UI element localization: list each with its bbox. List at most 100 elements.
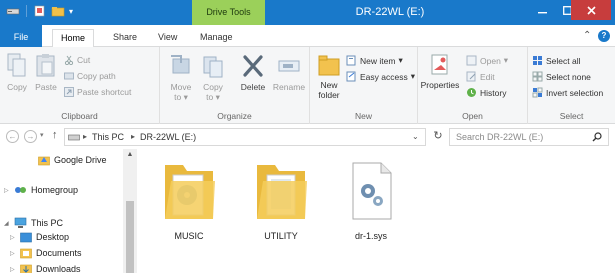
new-folder-button[interactable]: New folder (314, 53, 344, 100)
new-group-label: New (354, 111, 372, 121)
close-icon (586, 5, 596, 15)
new-group: New folder New item ▾ Easy access ▾ New (310, 47, 418, 124)
expand-arrow-icon[interactable]: ▷ (10, 266, 16, 273)
close-button[interactable] (571, 0, 611, 20)
tab-view[interactable]: View (150, 29, 185, 47)
address-row: ← → ▾ ↑ ▸ This PC ▸ DR-22WL (E:) ⌄ ↻ Sea… (0, 125, 615, 149)
folder-icon (165, 165, 215, 219)
forward-button[interactable]: → (24, 130, 37, 143)
select-all-button[interactable]: Select all (532, 55, 581, 66)
file-item-dr-1-sys[interactable]: dr-1.sys (331, 157, 411, 241)
copy-button[interactable]: Copy (4, 53, 30, 92)
file-name: dr-1.sys (354, 231, 387, 241)
edit-label: Edit (480, 71, 495, 82)
move-to-label: Move to (170, 82, 192, 102)
scroll-thumb[interactable] (126, 201, 134, 273)
invert-selection-button[interactable]: Invert selection (532, 87, 603, 98)
up-button[interactable]: ↑ (52, 129, 58, 141)
select-group-label: Select (559, 111, 584, 121)
select-none-icon (532, 71, 543, 82)
breadcrumb-separator[interactable]: ▸ (83, 132, 87, 141)
back-button[interactable]: ← (6, 130, 19, 143)
copy-path-button[interactable]: Copy path (64, 71, 116, 81)
edit-button[interactable]: Edit (466, 71, 495, 82)
nav-label-google-drive: Google Drive (54, 155, 107, 165)
delete-label: Delete (240, 82, 266, 92)
file-item-utility[interactable]: UTILITY (241, 157, 321, 241)
computer-icon (14, 217, 27, 228)
new-folder-icon (318, 55, 340, 76)
refresh-icon[interactable]: ↻ (430, 129, 446, 145)
move-to-button[interactable]: Move to ▾ (168, 53, 194, 103)
organize-group-label: Organize (217, 111, 252, 121)
new-item-button[interactable]: New item ▾ (346, 55, 403, 66)
breadcrumb-drive[interactable]: DR-22WL (E:) (140, 132, 196, 142)
downloads-folder-icon (20, 264, 32, 273)
homegroup-icon (15, 187, 26, 193)
open-button[interactable]: Open ▾ (466, 55, 508, 66)
properties-qat-icon[interactable] (33, 5, 47, 17)
tab-file[interactable]: File (0, 25, 42, 47)
google-drive-icon (38, 156, 50, 166)
open-icon (466, 55, 477, 66)
tab-share[interactable]: Share (105, 29, 145, 47)
paste-shortcut-button[interactable]: Paste shortcut (64, 87, 131, 97)
history-button[interactable]: History (466, 87, 506, 98)
copy-to-button[interactable]: Copy to ▾ (200, 53, 226, 103)
cut-button[interactable]: Cut (64, 55, 90, 65)
search-icon[interactable] (592, 132, 602, 142)
history-icon (467, 88, 476, 97)
context-tab-label: Drive Tools (206, 7, 251, 17)
address-dropdown-icon[interactable]: ⌄ (412, 132, 419, 141)
breadcrumb-this-pc[interactable]: This PC (92, 132, 124, 142)
paste-button[interactable]: Paste (32, 53, 60, 92)
search-input[interactable]: Search DR-22WL (E:) (449, 128, 609, 146)
system-file-icon (352, 162, 392, 220)
paste-shortcut-icon (64, 87, 74, 97)
delete-button[interactable]: Delete (238, 53, 268, 92)
scroll-up-icon[interactable]: ▲ (123, 151, 137, 158)
nav-item-google-drive[interactable]: Google Drive (38, 154, 107, 166)
select-all-icon (533, 56, 542, 65)
file-item-music[interactable]: MUSIC (149, 157, 229, 241)
nav-item-downloads[interactable]: ▷ Downloads (10, 263, 81, 273)
expand-arrow-icon[interactable]: ▷ (4, 187, 10, 194)
move-to-icon (171, 55, 190, 74)
qat-dropdown-icon[interactable]: ▾ (69, 7, 73, 16)
title-bar: ▾ Drive Tools DR-22WL (E:) (0, 0, 615, 25)
collapse-arrow-icon[interactable]: ◢ (4, 220, 10, 227)
copy-to-icon (203, 56, 223, 78)
help-icon[interactable]: ? (598, 30, 610, 42)
search-placeholder: Search DR-22WL (E:) (456, 132, 544, 142)
address-bar[interactable]: ▸ This PC ▸ DR-22WL (E:) ⌄ (64, 128, 426, 146)
cut-label: Cut (77, 55, 91, 65)
ribbon-collapse-icon[interactable]: ⌃ (583, 30, 591, 41)
tab-manage[interactable]: Manage (192, 29, 241, 47)
nav-item-documents[interactable]: ▷ Documents (10, 247, 82, 259)
nav-label-desktop: Desktop (36, 232, 70, 242)
nav-label-downloads: Downloads (36, 264, 81, 273)
drive-icon (68, 134, 80, 141)
expand-arrow-icon[interactable]: ▷ (10, 234, 16, 241)
rename-button[interactable]: Rename (272, 53, 306, 92)
documents-folder-icon (20, 248, 32, 259)
file-list: MUSIC UTILITY dr-1.sys (137, 149, 615, 273)
recent-locations-icon[interactable]: ▾ (40, 131, 44, 139)
minimize-icon (538, 11, 547, 13)
copy-to-label: Copy to (203, 82, 223, 102)
properties-button[interactable]: Properties (420, 53, 460, 90)
tab-home[interactable]: Home (52, 29, 95, 48)
expand-arrow-icon[interactable]: ▷ (10, 250, 16, 257)
new-folder-qat-icon[interactable] (51, 5, 65, 17)
nav-item-desktop[interactable]: ▷ Desktop (10, 231, 69, 243)
drive-icon[interactable] (6, 5, 20, 17)
nav-scrollbar[interactable]: ▲ (123, 149, 137, 273)
nav-item-homegroup[interactable]: ▷ Homegroup (4, 184, 78, 196)
properties-icon (431, 54, 448, 75)
nav-item-this-pc[interactable]: ◢ This PC (4, 217, 63, 229)
minimize-button[interactable] (530, 0, 555, 20)
easy-access-button[interactable]: Easy access ▾ (346, 71, 415, 82)
select-none-button[interactable]: Select none (532, 71, 591, 82)
breadcrumb-separator[interactable]: ▸ (131, 132, 135, 141)
window-title: DR-22WL (E:) (355, 6, 425, 18)
